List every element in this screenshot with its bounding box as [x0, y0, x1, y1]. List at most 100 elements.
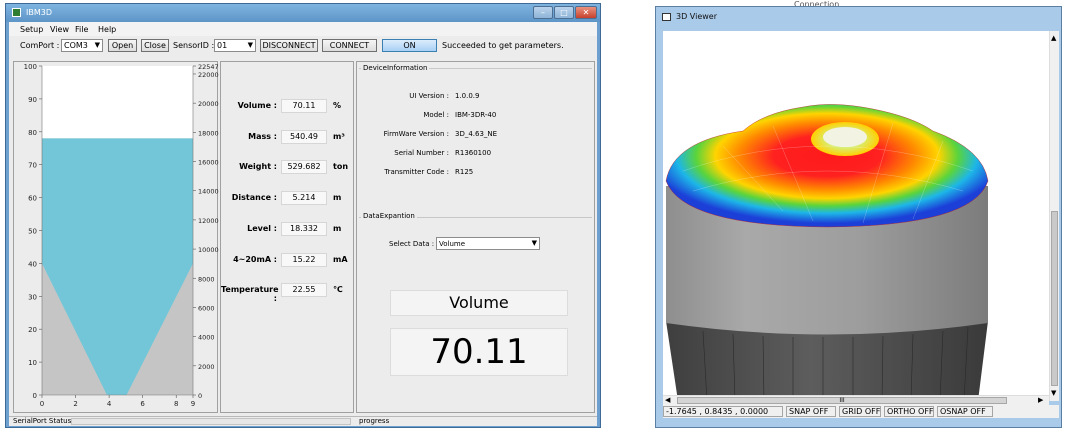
menu-file[interactable]: File: [75, 25, 88, 34]
value-unit: m³: [333, 132, 345, 141]
grid-toggle[interactable]: GRID OFF: [839, 406, 881, 417]
window-title: IBM3D: [26, 8, 52, 17]
big-display-title-box: Volume: [390, 290, 568, 316]
scroll-up-icon[interactable]: ▲: [1051, 34, 1056, 42]
sensorid-value: 01: [217, 41, 228, 50]
vertical-scroll-thumb[interactable]: [1051, 211, 1058, 386]
comport-value: COM3: [64, 41, 88, 50]
viewer-title: 3D Viewer: [676, 12, 717, 21]
viewer-vertical-scrollbar[interactable]: ▲ ▼: [1049, 31, 1059, 401]
gauge-right-tick-label: 12000: [198, 217, 219, 225]
gauge-bottom-tick-label: 2: [73, 400, 77, 408]
value-unit: ton: [333, 162, 349, 171]
select-data-dropdown[interactable]: Volume ▼: [436, 237, 540, 250]
sensorid-select[interactable]: 01 ▼: [214, 39, 256, 52]
device-info-label: UI Version :: [409, 92, 449, 100]
gauge-right-tick-label: 8000: [198, 275, 215, 283]
horizontal-scroll-thumb[interactable]: III: [677, 397, 1007, 404]
cursor-coordinates: -1.7645 , 0.8435 , 0.0000: [663, 406, 783, 417]
value-label: 4~20mA :: [233, 255, 277, 264]
device-info-value: R1360100: [455, 149, 492, 157]
connect-button[interactable]: CONNECT: [322, 39, 377, 52]
progress-label: progress: [359, 417, 390, 425]
device-info-title: DeviceInformation: [361, 64, 430, 72]
menu-help[interactable]: Help: [98, 25, 116, 34]
gauge-left-tick-label: 10: [28, 359, 37, 367]
value-field: 529.682: [281, 160, 327, 174]
scroll-grip: III: [839, 397, 845, 404]
gauge-right-tick-label: 18000: [198, 129, 219, 137]
chevron-down-icon: ▼: [531, 239, 537, 247]
scroll-left-icon[interactable]: ◀: [665, 396, 670, 404]
main-client-area: Setup View File Help ComPort : COM3 ▼ Op…: [9, 22, 597, 426]
big-display-title: Volume: [449, 293, 509, 312]
tank-gauge-panel: 100 90 80 70 60 50 40 30 20 10 0 22547 22000 20000 180…: [13, 61, 219, 413]
on-button[interactable]: ON: [382, 39, 437, 52]
value-field: 15.22: [281, 253, 327, 267]
gauge-right-tick-label: 22547: [198, 63, 219, 71]
disconnect-button[interactable]: DISCONNECT: [260, 39, 318, 52]
big-display-value: 70.11: [430, 332, 528, 372]
serialport-status: SerialPort Status: [13, 417, 72, 425]
device-info-value: 3D_4.63_NE: [455, 130, 498, 138]
gauge-right-tick-label: 20000: [198, 100, 219, 108]
main-window: IBM3D – □ ✕ Setup View File Help ComPort…: [5, 3, 601, 428]
gauge-left-tick-label: 90: [28, 96, 37, 104]
main-titlebar[interactable]: IBM3D – □ ✕: [6, 4, 600, 22]
viewer-window: 3D Viewer ▲ ▼ ◀ III ▶ -1.7645 , 0.8435 ,…: [655, 6, 1062, 428]
scroll-right-icon[interactable]: ▶: [1038, 396, 1043, 404]
gauge-right-tick-label: 2000: [198, 363, 215, 371]
gauge-right-tick-label: 16000: [198, 159, 219, 167]
value-unit: mA: [333, 255, 348, 264]
gauge-left-tick-label: 0: [33, 392, 37, 400]
viewer-statusbar: -1.7645 , 0.8435 , 0.0000 SNAP OFF GRID …: [663, 405, 1059, 418]
value-field: 540.49: [281, 130, 327, 144]
gauge-left-tick-label: 50: [28, 228, 37, 236]
gauge-left-tick-label: 30: [28, 293, 37, 301]
comport-select[interactable]: COM3 ▼: [61, 39, 103, 52]
progress-bar: [71, 418, 351, 425]
tank-gauge: 1009080706050403020100225472200020000180…: [24, 63, 219, 408]
value-field: 22.55: [281, 283, 327, 297]
value-field: 18.332: [281, 222, 327, 236]
value-field: 5.214: [281, 191, 327, 205]
scroll-down-icon[interactable]: ▼: [1051, 389, 1056, 397]
gauge-bottom-tick-label: 4: [107, 400, 112, 408]
open-button[interactable]: Open: [108, 39, 137, 52]
minimize-button[interactable]: –: [533, 6, 553, 19]
device-info-label: Serial Number :: [394, 149, 449, 157]
snap-toggle[interactable]: SNAP OFF: [786, 406, 836, 417]
viewer-window-icon: [662, 13, 671, 21]
close-port-button[interactable]: Close: [141, 39, 169, 52]
gauge-right-tick-label: 10000: [198, 246, 219, 254]
device-info-value: 1.0.0.9: [455, 92, 480, 100]
value-label: Distance :: [231, 193, 277, 202]
ortho-toggle[interactable]: ORTHO OFF: [884, 406, 934, 417]
gauge-right-tick-label: 6000: [198, 304, 215, 312]
connection-toolbar: ComPort : COM3 ▼ Open Close SensorID : 0…: [9, 37, 597, 55]
value-label: Level :: [247, 224, 277, 233]
gauge-bottom-tick-label: 8: [174, 400, 178, 408]
gauge-right-tick-label: 22000: [198, 71, 219, 79]
gauge-bottom-tick-label: 6: [140, 400, 145, 408]
menu-setup[interactable]: Setup: [20, 25, 43, 34]
maximize-button[interactable]: □: [554, 6, 574, 19]
main-statusbar: SerialPort Status progress: [9, 416, 597, 426]
close-button[interactable]: ✕: [575, 6, 597, 19]
gauge-right-tick-label: 4000: [198, 334, 215, 342]
osnap-toggle[interactable]: OSNAP OFF: [937, 406, 993, 417]
viewer-horizontal-scrollbar[interactable]: ◀ III ▶: [663, 395, 1049, 405]
gauge-left-tick-label: 70: [28, 162, 37, 170]
big-display-value-box: 70.11: [390, 328, 568, 376]
3d-canvas[interactable]: [663, 31, 1049, 401]
gauge-left-tick-label: 100: [24, 63, 37, 71]
menu-view[interactable]: View: [50, 25, 69, 34]
value-unit: m: [333, 224, 342, 233]
device-info-value: R125: [455, 168, 474, 176]
value-label: Weight :: [239, 162, 277, 171]
app-icon: [12, 8, 21, 17]
tank-3d-model: [665, 104, 989, 401]
value-unit: ℃: [333, 285, 343, 294]
sensorid-label: SensorID :: [173, 41, 215, 50]
device-info-label: Transmitter Code :: [384, 168, 449, 176]
